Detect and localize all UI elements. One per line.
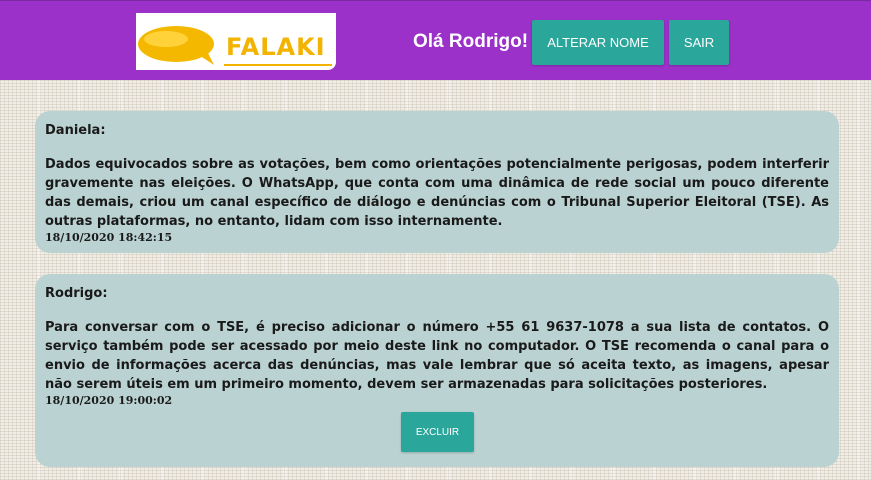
message-text: Dados equivocados sobre as votações, bem… xyxy=(45,157,829,229)
delete-message-button[interactable]: EXCLUIR xyxy=(401,412,474,452)
message-timestamp: 18/10/2020 18:42:15 xyxy=(45,231,173,244)
message-author: Rodrigo: xyxy=(45,286,108,301)
message-author: Daniela: xyxy=(45,123,106,138)
message-card: Rodrigo: Para conversar com o TSE, é pre… xyxy=(35,274,839,467)
message-text: Para conversar com o TSE, é preciso adic… xyxy=(45,320,829,392)
user-greeting: Olá Rodrigo! xyxy=(413,31,529,52)
falaki-logo[interactable]: FALAKI xyxy=(136,13,336,70)
logo-text: FALAKI xyxy=(226,33,326,61)
message-card: Daniela: Dados equivocados sobre as vota… xyxy=(35,111,839,253)
message-timestamp: 18/10/2020 19:00:02 xyxy=(45,394,173,407)
logout-button[interactable]: SAIR xyxy=(669,20,729,65)
rename-button[interactable]: ALTERAR NOME xyxy=(532,20,664,65)
top-bar: FALAKI Olá Rodrigo! ALTERAR NOME SAIR xyxy=(0,0,871,80)
